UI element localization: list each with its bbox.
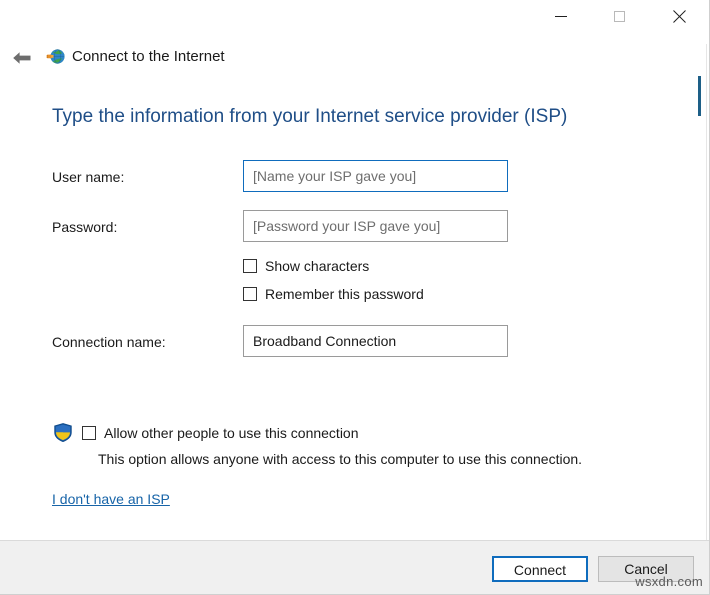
connection-name-label: Connection name: [52, 334, 166, 350]
show-characters-checkbox[interactable] [243, 259, 257, 273]
password-input[interactable] [243, 210, 508, 242]
no-isp-link[interactable]: I don't have an ISP [52, 491, 170, 507]
show-characters-checkbox-row[interactable]: Show characters [243, 258, 369, 274]
page-title: Type the information from your Internet … [52, 106, 567, 128]
allow-others-row[interactable]: Allow other people to use this connectio… [54, 423, 359, 442]
password-label: Password: [52, 219, 117, 235]
nav-row: Connect to the Internet [0, 42, 710, 76]
allow-others-label: Allow other people to use this connectio… [104, 425, 359, 441]
allow-others-description: This option allows anyone with access to… [98, 451, 582, 467]
uac-shield-icon [54, 423, 72, 442]
allow-others-checkbox[interactable] [82, 426, 96, 440]
maximize-button[interactable] [596, 0, 642, 33]
remember-password-checkbox-row[interactable]: Remember this password [243, 286, 424, 302]
minimize-button[interactable] [538, 0, 584, 33]
minimize-icon [555, 16, 567, 17]
dialog-footer: Connect Cancel wsxdn.com [0, 540, 710, 595]
connection-name-input[interactable] [243, 325, 508, 357]
remember-password-label: Remember this password [265, 286, 424, 302]
globe-plug-icon [46, 47, 66, 67]
remember-password-checkbox[interactable] [243, 287, 257, 301]
connect-to-internet-dialog: Connect to the Internet Type the informa… [0, 0, 710, 595]
close-icon [672, 10, 686, 24]
back-arrow-icon [11, 50, 33, 66]
maximize-icon [614, 11, 625, 22]
title-bar [0, 0, 710, 36]
window-title: Connect to the Internet [72, 47, 225, 67]
close-button[interactable] [656, 0, 702, 33]
back-button[interactable] [8, 44, 36, 72]
watermark: wsxdn.com [635, 574, 703, 589]
dialog-content: Type the information from your Internet … [0, 86, 710, 540]
username-input[interactable] [243, 160, 508, 192]
show-characters-label: Show characters [265, 258, 369, 274]
connect-button[interactable]: Connect [492, 556, 588, 582]
username-label: User name: [52, 169, 124, 185]
